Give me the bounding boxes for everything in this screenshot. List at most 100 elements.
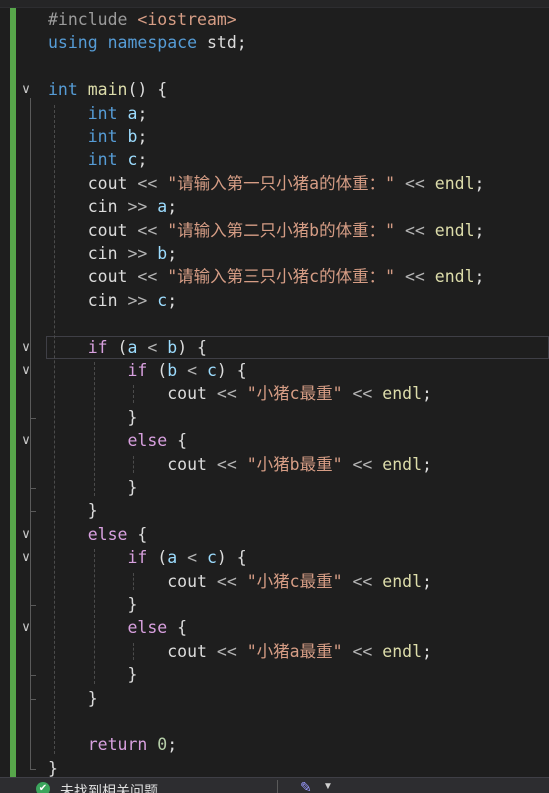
fold-end-tick: [30, 511, 36, 513]
code-text: cout << "小猪a最重" << endl;: [48, 641, 432, 663]
code-token: b: [157, 244, 168, 263]
code-line[interactable]: [0, 710, 549, 733]
check-circle-icon[interactable]: ✔: [36, 782, 50, 793]
code-line[interactable]: cout << "小猪a最重" << endl;: [0, 640, 549, 663]
fold-chevron-icon[interactable]: ∨: [18, 550, 34, 566]
fold-chevron-icon[interactable]: ∨: [18, 527, 34, 543]
code-token: <<: [352, 571, 373, 591]
code-line[interactable]: cout << "小猪c最重" << endl;: [0, 382, 549, 405]
code-line[interactable]: cout << "请输入第三只小猪c的体重：" << endl;: [0, 265, 549, 288]
code-token: <<: [216, 641, 237, 661]
code-line[interactable]: }: [0, 476, 549, 499]
code-line[interactable]: cin >> a;: [0, 195, 549, 218]
code-token: c: [127, 150, 138, 170]
code-token: "小猪c最重": [246, 384, 343, 404]
code-token: b: [167, 361, 178, 380]
fold-chevron-icon[interactable]: ∨: [18, 363, 34, 379]
code-line[interactable]: ∨ else {: [0, 523, 549, 546]
code-token: <<: [352, 454, 373, 474]
fold-end-tick: [30, 698, 36, 700]
code-token: int: [87, 103, 118, 123]
fold-region-line: [30, 566, 31, 605]
code-token: endl: [382, 571, 423, 591]
code-line[interactable]: return 0;: [0, 733, 549, 756]
code-line[interactable]: cout << "请输入第一只小猪a的体重：" << endl;: [0, 172, 549, 195]
code-line[interactable]: ∨ else {: [0, 616, 549, 639]
fold-chevron-icon[interactable]: ∨: [18, 82, 34, 98]
code-line[interactable]: }: [0, 593, 549, 616]
code-token: cin: [48, 197, 128, 217]
issues-status-text[interactable]: 未找到相关问题: [60, 781, 158, 793]
code-line[interactable]: using namespace std;: [0, 31, 549, 54]
fold-chevron-icon[interactable]: ∨: [18, 433, 34, 449]
code-token: endl: [382, 454, 423, 474]
code-text: int a;: [48, 103, 148, 125]
code-token: endl: [434, 220, 475, 240]
code-line[interactable]: [0, 312, 549, 335]
code-line[interactable]: ∨ int main() {: [0, 78, 549, 101]
code-token: <: [147, 337, 158, 357]
code-token: ;: [167, 735, 178, 755]
code-line[interactable]: cin >> c;: [0, 289, 549, 312]
code-token: ;: [422, 641, 432, 661]
code-token: c: [206, 361, 217, 380]
code-line[interactable]: [0, 55, 549, 78]
code-token: ;: [474, 173, 485, 193]
code-token: a: [127, 337, 138, 357]
code-token: {: [167, 431, 188, 451]
code-line[interactable]: ∨ else {: [0, 429, 549, 452]
code-token: b: [167, 337, 178, 357]
code-line[interactable]: cout << "小猪c最重" << endl;: [0, 570, 549, 593]
code-line[interactable]: ∨ if (b < c) {: [0, 359, 549, 382]
code-token: ;: [167, 197, 178, 217]
code-line[interactable]: }: [0, 499, 549, 522]
code-token: }: [48, 758, 58, 778]
chevron-down-icon[interactable]: ▼: [323, 781, 333, 792]
code-line[interactable]: cout << "请输入第二只小猪b的体重：" << endl;: [0, 219, 549, 242]
code-text: return 0;: [48, 734, 177, 756]
paintbrush-icon[interactable]: ✎: [300, 779, 312, 793]
code-token: a: [167, 548, 178, 568]
code-token: cout: [48, 220, 138, 240]
code-line[interactable]: #include <iostream>: [0, 8, 549, 31]
code-line[interactable]: ∨ if (a < c) {: [0, 546, 549, 569]
code-token: "小猪c最重": [246, 571, 343, 591]
fold-end-tick: [30, 417, 36, 419]
code-token: c: [157, 290, 168, 310]
code-token: if: [127, 548, 148, 568]
code-line[interactable]: cin >> b;: [0, 242, 549, 265]
code-token: if: [127, 361, 148, 380]
code-token: cout: [48, 267, 138, 287]
fold-chevron-icon[interactable]: ∨: [18, 620, 34, 636]
code-editor[interactable]: #include <iostream> using namespace std; ∨…: [0, 8, 549, 778]
code-token: ;: [137, 103, 148, 123]
fold-chevron-icon[interactable]: ∨: [18, 340, 34, 356]
code-line[interactable]: ∨ if (a < b) {: [0, 335, 549, 359]
code-line[interactable]: int b;: [0, 125, 549, 148]
code-token: a: [157, 197, 168, 217]
code-line[interactable]: }: [0, 687, 549, 710]
code-text: cin >> a;: [48, 196, 177, 218]
code-line[interactable]: int a;: [0, 102, 549, 125]
code-line[interactable]: }: [0, 663, 549, 686]
code-token: main: [87, 80, 128, 100]
code-line[interactable]: cout << "小猪b最重" << endl;: [0, 453, 549, 476]
code-line[interactable]: }: [0, 406, 549, 429]
code-line[interactable]: int c;: [0, 148, 549, 171]
